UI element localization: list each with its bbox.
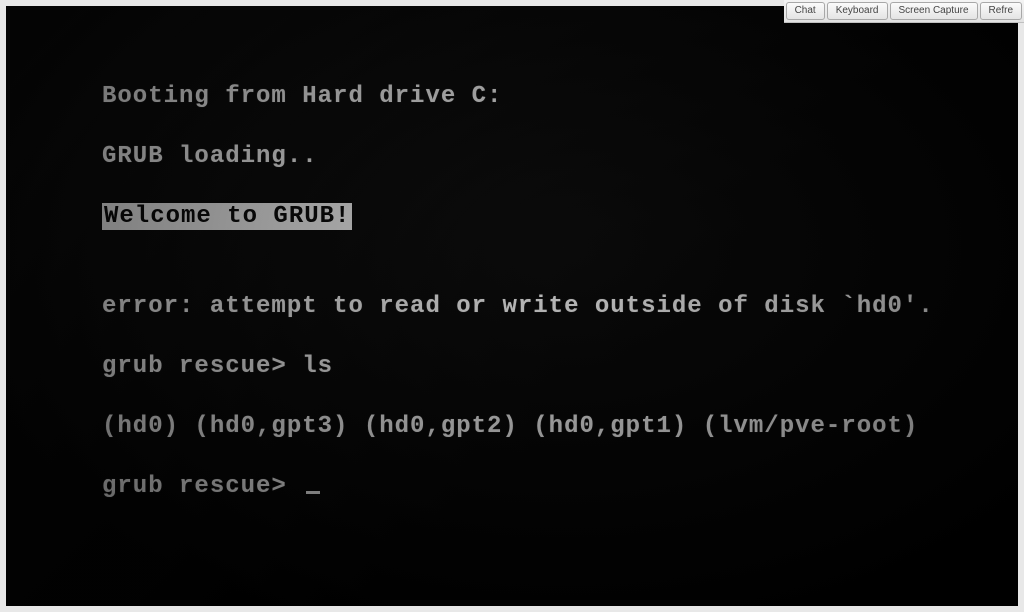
console-screen[interactable]: Booting from Hard drive C: GRUB loading.… xyxy=(6,6,1018,606)
refresh-button[interactable]: Refre xyxy=(980,2,1022,20)
kvm-window: Chat Keyboard Screen Capture Refre Booti… xyxy=(0,0,1024,612)
error-line: error: attempt to read or write outside … xyxy=(102,292,978,322)
terminal-output: Booting from Hard drive C: GRUB loading.… xyxy=(102,52,978,562)
boot-line-2: GRUB loading.. xyxy=(102,142,978,172)
prompt-2: grub rescue> xyxy=(102,473,302,500)
welcome-banner: Welcome to GRUB! xyxy=(102,203,352,230)
ls-output: (hd0) (hd0,gpt3) (hd0,gpt2) (hd0,gpt1) (… xyxy=(102,412,978,442)
cursor-icon xyxy=(306,491,320,494)
boot-line-3-inverted: Welcome to GRUB! xyxy=(102,202,978,232)
keyboard-button[interactable]: Keyboard xyxy=(827,2,888,20)
screen-capture-button[interactable]: Screen Capture xyxy=(890,2,978,20)
prompt-1: grub rescue> xyxy=(102,353,302,380)
chat-button[interactable]: Chat xyxy=(786,2,825,20)
top-toolbar: Chat Keyboard Screen Capture Refre xyxy=(784,0,1024,23)
boot-line-1: Booting from Hard drive C: xyxy=(102,82,978,112)
command-ls: ls xyxy=(302,353,333,380)
prompt-line-1: grub rescue> ls xyxy=(102,352,978,382)
prompt-line-2[interactable]: grub rescue> xyxy=(102,472,978,502)
